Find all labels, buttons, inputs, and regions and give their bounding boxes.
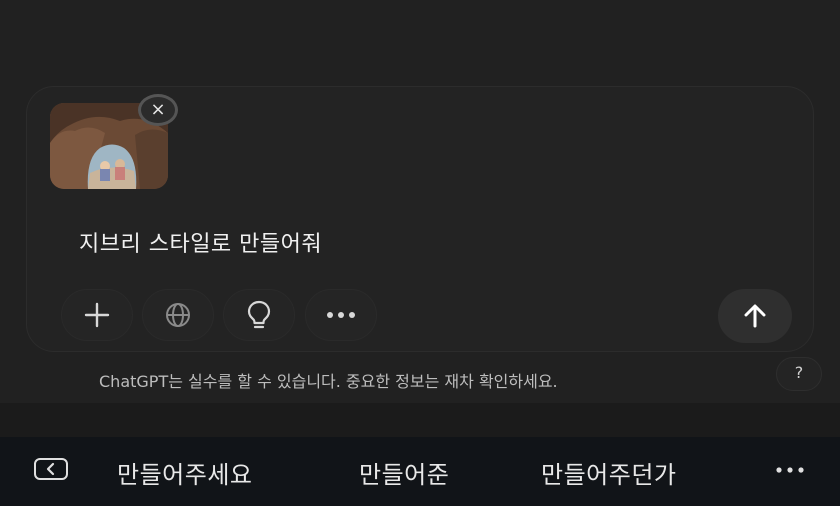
prompt-input[interactable]: 지브리 스타일로 만들어줘	[79, 226, 322, 258]
remove-attachment-button[interactable]: ×	[138, 94, 178, 126]
send-button[interactable]	[718, 289, 792, 343]
arrow-up-icon	[744, 304, 766, 328]
more-suggestions-button[interactable]	[770, 455, 810, 485]
attachment: ×	[50, 94, 178, 189]
keyboard-divider	[0, 403, 840, 437]
more-icon	[327, 312, 355, 318]
more-icon	[776, 467, 804, 473]
chat-screen: × 지브리 스타일로 만들어줘 ChatGPT는 실수를 할 수 있습니다. 중…	[0, 0, 840, 506]
keyboard-back-icon	[34, 458, 68, 480]
keyboard-suggestion-bar: 만들어주세요 만들어준 만들어주던가	[0, 437, 840, 506]
keyboard-back-button[interactable]	[33, 456, 69, 482]
help-button[interactable]: ?	[776, 357, 822, 391]
disclaimer-text: ChatGPT는 실수를 할 수 있습니다. 중요한 정보는 재차 확인하세요.	[99, 372, 558, 391]
plus-icon	[84, 302, 110, 328]
lightbulb-icon	[247, 300, 271, 329]
suggestion-item[interactable]: 만들어주세요	[117, 455, 252, 490]
suggestion-item[interactable]: 만들어주던가	[541, 455, 676, 490]
question-icon: ?	[794, 363, 804, 382]
add-attachment-button[interactable]	[61, 289, 133, 341]
more-tools-button[interactable]	[305, 289, 377, 341]
close-icon: ×	[150, 99, 166, 120]
globe-icon	[166, 303, 190, 327]
reason-button[interactable]	[223, 289, 295, 341]
web-search-button[interactable]	[142, 289, 214, 341]
suggestion-item[interactable]: 만들어준	[359, 455, 449, 490]
